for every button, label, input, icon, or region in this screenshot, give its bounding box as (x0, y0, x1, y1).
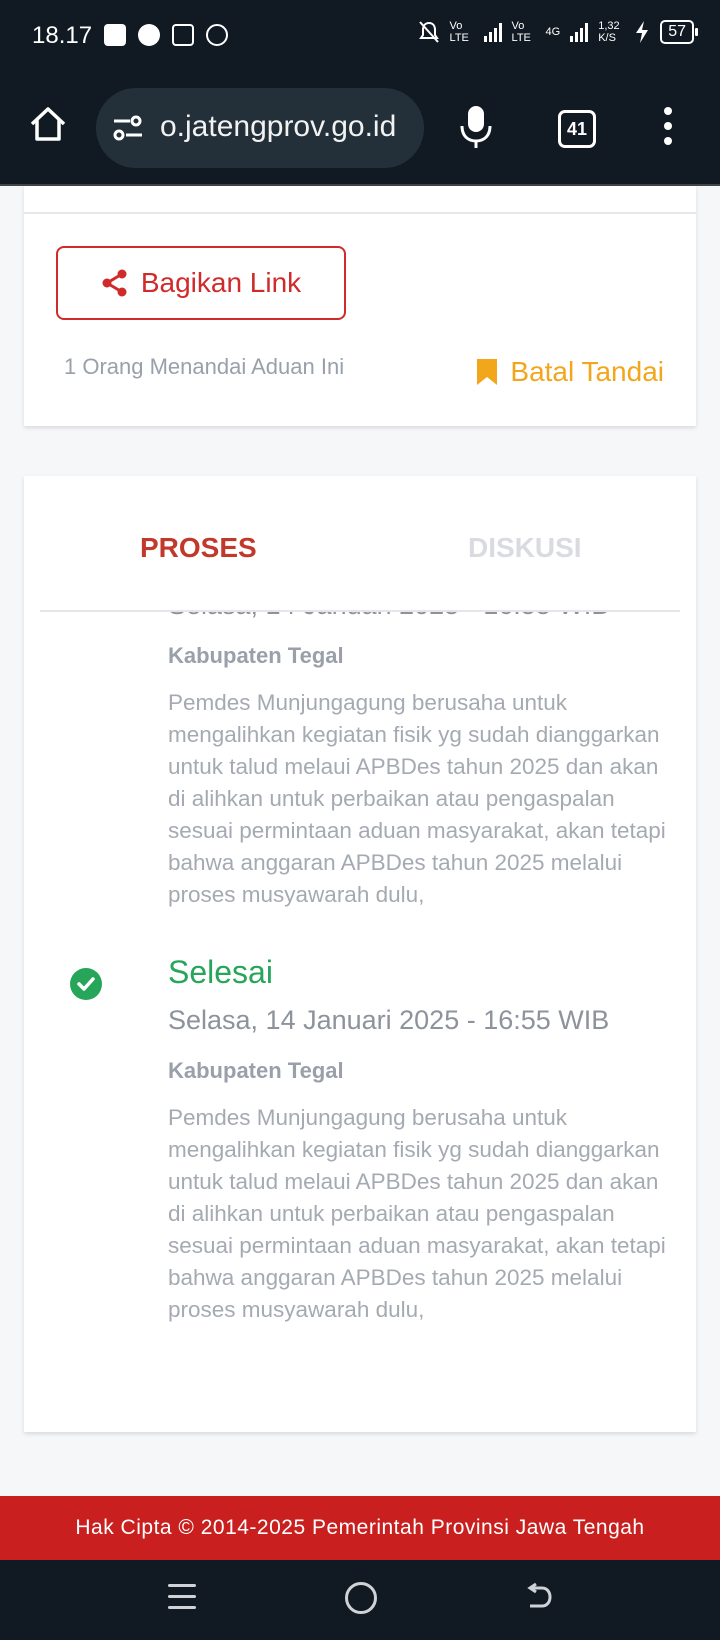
entry-region: Kabupaten Tegal (168, 1058, 344, 1083)
status-bar: 18.17 Vo LTE Vo LTE 4G 1,32 K/S 57 (0, 0, 720, 72)
home-icon[interactable] (28, 104, 68, 144)
footer-copyright: Hak Cipta © 2014-2025 Pemerintah Provins… (0, 1496, 720, 1560)
share-link-button[interactable]: Bagikan Link (56, 246, 346, 320)
entry-body: Pemdes Munjungagung berusaha untuk menga… (168, 690, 666, 907)
charging-icon (636, 21, 649, 43)
recent-apps-icon[interactable] (168, 1584, 196, 1610)
tab-proses[interactable]: PROSES (140, 532, 257, 564)
process-card: PROSES DISKUSI Selasa, 14 Januari 2025 -… (24, 476, 696, 1432)
battery-icon: 57 (660, 20, 698, 44)
entry-body: Pemdes Munjungagung berusaha untuk menga… (168, 1105, 666, 1322)
bookmark-icon (477, 359, 498, 385)
divider (24, 212, 696, 214)
chat-notification-icon (138, 24, 160, 46)
network-type: 4G (545, 26, 561, 38)
tabs-icon[interactable]: 41 (558, 110, 596, 148)
url-bar[interactable]: o.jatengprov.go.id (96, 88, 424, 168)
volte-label-2: Vo LTE (511, 20, 531, 44)
unbookmark-label: Batal Tandai (510, 356, 664, 387)
net-speed: 1,32 K/S (598, 20, 620, 44)
timeline-entry: Selasa, 14 Januari 2025 - 16:55 WIB Kabu… (168, 612, 668, 911)
signal-icon-1 (483, 22, 502, 42)
nav-home-icon[interactable] (345, 1582, 377, 1614)
app-notification-icon (104, 24, 126, 46)
entry-date: Selasa, 14 Januari 2025 - 16:55 WIB (168, 1005, 610, 1035)
back-icon[interactable] (524, 1582, 554, 1612)
tab-diskusi[interactable]: DISKUSI (468, 532, 582, 564)
signal-icon-2 (570, 22, 589, 42)
volte-label-1: Vo LTE (449, 20, 469, 44)
game-notification-icon (206, 24, 228, 46)
actions-card: Bagikan Link 1 Orang Menandai Aduan Ini … (24, 186, 696, 426)
unbookmark-button[interactable]: Batal Tandai (476, 356, 664, 388)
status-right: Vo LTE Vo LTE 4G 1,32 K/S 57 (418, 20, 698, 44)
timeline-entry: Selesai Selasa, 14 Januari 2025 - 16:55 … (168, 954, 668, 1326)
url-text[interactable]: o.jatengprov.go.id (160, 110, 396, 144)
notification-icons (104, 24, 228, 46)
timeline[interactable]: Selasa, 14 Januari 2025 - 16:55 WIB Kabu… (24, 612, 696, 1432)
status-time: 18.17 (32, 22, 93, 49)
entry-date: Selasa, 14 Januari 2025 - 16:55 WIB (168, 612, 668, 621)
mic-icon[interactable] (458, 104, 494, 150)
more-icon[interactable] (662, 106, 674, 146)
share-link-label: Bagikan Link (140, 267, 302, 298)
browser-toolbar: o.jatengprov.go.id 41 (0, 72, 720, 186)
instagram-icon (172, 24, 194, 46)
site-settings-icon[interactable] (112, 114, 144, 142)
check-circle-icon (70, 968, 102, 1000)
system-nav-bar (0, 1560, 720, 1640)
entry-region: Kabupaten Tegal (168, 643, 344, 668)
mute-icon (418, 21, 439, 43)
share-icon (102, 269, 127, 297)
entry-status: Selesai (168, 954, 273, 990)
bookmark-count: 1 Orang Menandai Aduan Ini (64, 354, 345, 379)
